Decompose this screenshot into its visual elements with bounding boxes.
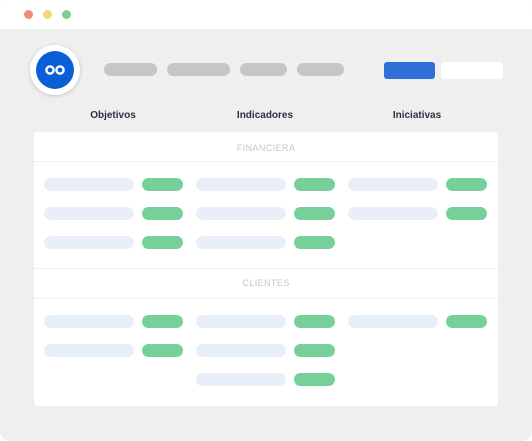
nav-item-1[interactable] xyxy=(104,63,157,76)
section-divider xyxy=(34,268,498,269)
placeholder-text-bar xyxy=(44,207,134,220)
status-pill[interactable] xyxy=(294,373,335,386)
column-header-objetivos: Objetivos xyxy=(90,110,136,121)
nav-item-3[interactable] xyxy=(240,63,287,76)
status-pill[interactable] xyxy=(142,178,183,191)
minimize-window-button[interactable] xyxy=(43,10,52,19)
status-pill[interactable] xyxy=(446,178,487,191)
placeholder-text-bar xyxy=(196,344,286,357)
close-window-button[interactable] xyxy=(24,10,33,19)
nav-item-4[interactable] xyxy=(297,63,344,76)
status-pill[interactable] xyxy=(142,344,183,357)
section-divider xyxy=(34,298,498,299)
status-pill[interactable] xyxy=(294,236,335,249)
section-divider xyxy=(34,161,498,162)
app-window: Objetivos Indicadores Iniciativas FINANC… xyxy=(0,0,532,441)
placeholder-text-bar xyxy=(348,178,438,191)
placeholder-text-bar xyxy=(196,373,286,386)
status-pill[interactable] xyxy=(446,207,487,220)
placeholder-text-bar xyxy=(348,315,438,328)
column-header-iniciativas: Iniciativas xyxy=(392,110,442,121)
nav-item-2[interactable] xyxy=(167,63,230,76)
placeholder-text-bar xyxy=(348,207,438,220)
placeholder-text-bar xyxy=(44,236,134,249)
placeholder-text-bar xyxy=(196,315,286,328)
logo[interactable] xyxy=(30,45,80,95)
primary-button[interactable] xyxy=(384,62,435,79)
section-title-clientes: CLIENTES xyxy=(242,278,290,288)
placeholder-text-bar xyxy=(44,315,134,328)
status-pill[interactable] xyxy=(294,207,335,220)
status-pill[interactable] xyxy=(294,178,335,191)
section-title-financiera: FINANCIERA xyxy=(236,143,296,153)
placeholder-text-bar xyxy=(196,236,286,249)
status-pill[interactable] xyxy=(142,315,183,328)
placeholder-text-bar xyxy=(44,344,134,357)
maximize-window-button[interactable] xyxy=(62,10,71,19)
status-pill[interactable] xyxy=(142,236,183,249)
secondary-button[interactable] xyxy=(441,62,503,79)
app-header xyxy=(0,29,532,111)
status-pill[interactable] xyxy=(294,315,335,328)
placeholder-text-bar xyxy=(196,178,286,191)
placeholder-text-bar xyxy=(196,207,286,220)
infinity-icon xyxy=(36,51,74,89)
status-pill[interactable] xyxy=(142,207,183,220)
scorecard-panel: FINANCIERA CLIENTES xyxy=(34,132,498,406)
title-bar xyxy=(0,0,532,29)
placeholder-text-bar xyxy=(44,178,134,191)
status-pill[interactable] xyxy=(294,344,335,357)
status-pill[interactable] xyxy=(446,315,487,328)
column-header-indicadores: Indicadores xyxy=(236,110,294,121)
